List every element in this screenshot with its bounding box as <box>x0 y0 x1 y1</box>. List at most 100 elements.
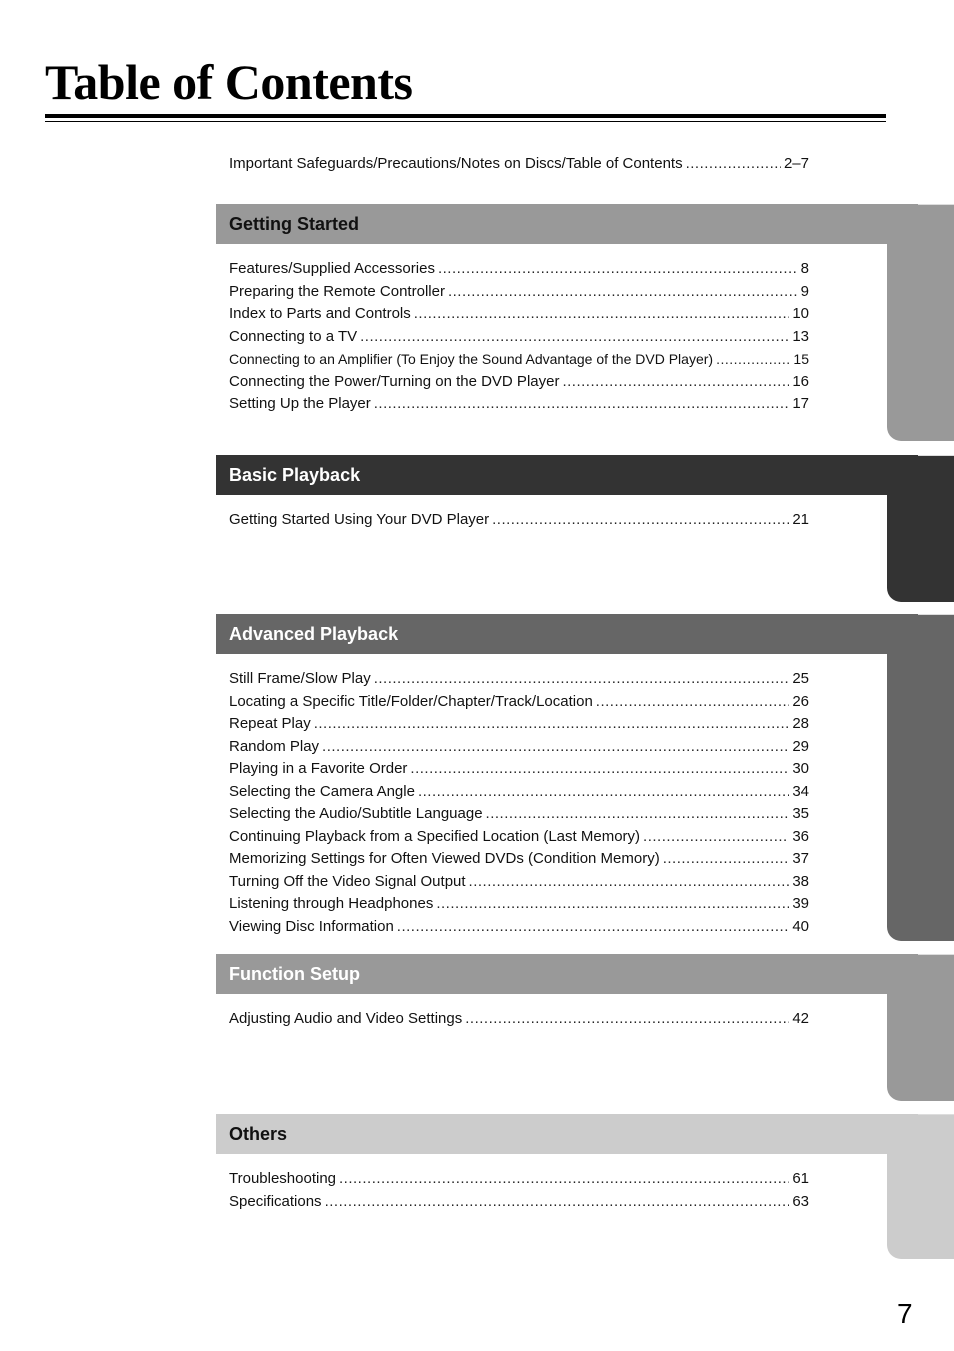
toc-entry-page: 10 <box>792 305 809 322</box>
toc-entry[interactable]: Preparing the Remote Controller 9 <box>229 281 809 304</box>
leader-dots <box>410 758 789 781</box>
leader-dots <box>414 303 790 326</box>
toc-entry[interactable]: Troubleshooting 61 <box>229 1168 809 1191</box>
toc-entry-label: Connecting the Power/Turning on the DVD … <box>229 372 560 390</box>
leader-dots <box>686 154 781 174</box>
toc-entry-page: 30 <box>792 760 809 777</box>
toc-entry-list: Getting Started Using Your DVD Player 21 <box>229 509 809 532</box>
toc-entry-label: Preparing the Remote Controller <box>229 282 445 300</box>
toc-entry-page: 37 <box>792 850 809 867</box>
section-title: Advanced Playback <box>229 624 399 644</box>
toc-entry-page: 34 <box>792 782 809 800</box>
toc-entry-label: Important Safeguards/Precautions/Notes o… <box>229 155 683 172</box>
toc-entry-label: Connecting to an Amplifier (To Enjoy the… <box>229 351 714 367</box>
title-rule-thick <box>45 114 886 118</box>
tab-edge <box>918 1114 954 1115</box>
toc-entry[interactable]: Locating a Specific Title/Folder/Chapter… <box>229 691 809 714</box>
toc-entry[interactable]: Setting Up the Player 17 <box>229 393 809 416</box>
leader-dots <box>716 348 790 371</box>
leader-dots <box>322 736 789 759</box>
section-header: Others <box>216 1114 918 1154</box>
section-header: Function Setup <box>216 954 918 994</box>
toc-entry-list: Adjusting Audio and Video Settings 42 <box>229 1008 809 1031</box>
toc-entry[interactable]: Repeat Play 28 <box>229 713 809 736</box>
toc-entry[interactable]: Adjusting Audio and Video Settings 42 <box>229 1008 809 1031</box>
leader-dots <box>448 281 798 304</box>
toc-entry[interactable]: Selecting the Camera Angle 34 <box>229 781 809 804</box>
toc-entry[interactable]: Connecting the Power/Turning on the DVD … <box>229 371 809 394</box>
leader-dots <box>486 803 790 826</box>
tab-edge <box>918 204 954 205</box>
toc-entry-page: 17 <box>792 395 809 412</box>
toc-entry-page: 2–7 <box>783 155 809 172</box>
leader-dots <box>492 509 789 532</box>
toc-entry[interactable]: Features/Supplied Accessories 8 <box>229 258 809 281</box>
tab-edge <box>918 614 954 615</box>
toc-entry-page: 38 <box>792 872 809 890</box>
leader-dots <box>438 258 798 281</box>
toc-entry-page: 36 <box>792 827 809 845</box>
toc-entry-page: 9 <box>800 282 809 300</box>
tab-edge <box>918 954 954 955</box>
toc-entry-page: 8 <box>800 260 809 277</box>
tab-edge <box>918 455 954 456</box>
toc-entry-page: 61 <box>792 1170 809 1187</box>
toc-entry[interactable]: Getting Started Using Your DVD Player 21 <box>229 509 809 532</box>
toc-entry[interactable]: Index to Parts and Controls 10 <box>229 303 809 326</box>
toc-entry-label: Playing in a Favorite Order <box>229 760 408 777</box>
leader-dots <box>360 326 789 349</box>
toc-entry[interactable]: Connecting to an Amplifier (To Enjoy the… <box>229 348 809 371</box>
leader-dots <box>465 1008 789 1031</box>
toc-entry-label: Selecting the Camera Angle <box>229 782 415 800</box>
toc-entry-label: Listening through Headphones <box>229 895 434 912</box>
toc-entry-label: Troubleshooting <box>229 1170 337 1187</box>
toc-entry[interactable]: Viewing Disc Information 40 <box>229 916 809 939</box>
toc-entry-label: Setting Up the Player <box>229 395 371 412</box>
section-title: Basic Playback <box>229 465 361 485</box>
toc-entry-label: Selecting the Audio/Subtitle Language <box>229 805 483 822</box>
toc-entry-label: Random Play <box>229 737 320 755</box>
leader-dots <box>325 1191 790 1214</box>
toc-entry[interactable]: Turning Off the Video Signal Output 38 <box>229 871 809 894</box>
toc-entry[interactable]: Playing in a Favorite Order 30 <box>229 758 809 781</box>
toc-entry-page: 35 <box>792 805 809 822</box>
leader-dots <box>596 691 790 714</box>
leader-dots <box>643 826 789 849</box>
toc-entry[interactable]: Still Frame/Slow Play 25 <box>229 668 809 691</box>
toc-entry-label: Memorizing Settings for Often Viewed DVD… <box>229 850 660 867</box>
leader-dots <box>469 871 790 894</box>
toc-entry-label: Viewing Disc Information <box>229 917 394 935</box>
toc-entry-page: 26 <box>792 692 809 710</box>
toc-entry-page: 16 <box>792 372 809 390</box>
section-side-tab[interactable] <box>887 614 954 941</box>
toc-entry[interactable]: Specifications 63 <box>229 1191 809 1214</box>
toc-entry-page: 42 <box>792 1010 809 1027</box>
toc-entry-list: Features/Supplied Accessories 8 Preparing … <box>229 258 809 416</box>
toc-entry[interactable]: Random Play 29 <box>229 736 809 759</box>
toc-entry-page: 40 <box>792 917 809 935</box>
toc-entry-page: 63 <box>792 1192 809 1210</box>
leader-dots <box>374 668 790 691</box>
leader-dots <box>436 893 789 916</box>
toc-entry-label: Turning Off the Video Signal Output <box>229 872 466 890</box>
title-rule-thin <box>45 121 886 122</box>
toc-entry[interactable]: Listening through Headphones 39 <box>229 893 809 916</box>
toc-entry-page: 15 <box>793 351 809 367</box>
toc-entry-intro[interactable]: Important Safeguards/Precautions/Notes o… <box>229 154 809 174</box>
section-header: Advanced Playback <box>216 614 918 654</box>
toc-entry-label: Index to Parts and Controls <box>229 305 411 322</box>
toc-entry[interactable]: Selecting the Audio/Subtitle Language 35 <box>229 803 809 826</box>
toc-entry-page: 28 <box>792 715 809 732</box>
toc-entry-list: Troubleshooting 61 Specifications 63 <box>229 1168 809 1213</box>
section-header: Getting Started <box>216 204 918 244</box>
section-header: Basic Playback <box>216 455 918 495</box>
toc-entry[interactable]: Continuing Playback from a Specified Loc… <box>229 826 809 849</box>
toc-entry-label: Locating a Specific Title/Folder/Chapter… <box>229 692 593 710</box>
toc-entry[interactable]: Memorizing Settings for Often Viewed DVD… <box>229 848 809 871</box>
section-title: Function Setup <box>229 964 360 984</box>
toc-entry-label: Specifications <box>229 1192 322 1210</box>
toc-entry-page: 29 <box>792 737 809 755</box>
leader-dots <box>562 371 789 394</box>
toc-entry[interactable]: Connecting to a TV 13 <box>229 326 809 349</box>
toc-entry-label: Still Frame/Slow Play <box>229 670 371 687</box>
